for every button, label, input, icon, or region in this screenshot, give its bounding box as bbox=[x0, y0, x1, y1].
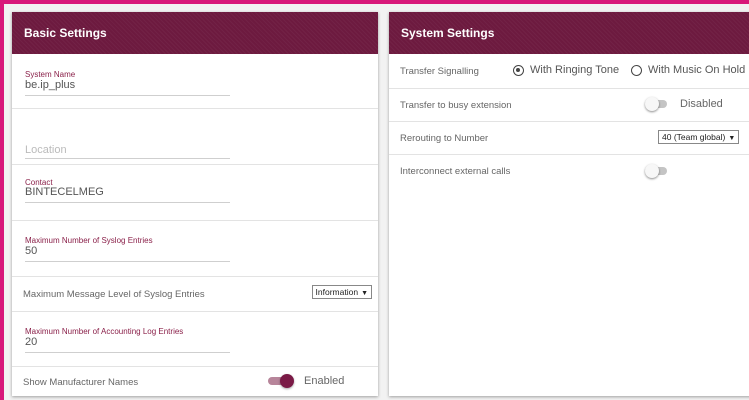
location-input[interactable]: Location bbox=[25, 144, 67, 156]
max-syslog-input[interactable]: 50 bbox=[25, 245, 37, 257]
radio-checked-icon bbox=[513, 64, 524, 76]
toggle-knob bbox=[280, 374, 294, 388]
max-syslog-row: Maximum Number of Syslog Entries 50 bbox=[12, 221, 378, 277]
transfer-busy-row: Transfer to busy extension Disabled bbox=[389, 89, 749, 122]
syslog-level-select[interactable]: Information ▼ bbox=[311, 285, 372, 299]
toggle-knob bbox=[645, 97, 659, 111]
radio-ringing-tone[interactable]: With Ringing Tone bbox=[513, 64, 619, 76]
dropdown-arrow-icon: ▼ bbox=[361, 290, 368, 297]
max-accounting-underline bbox=[25, 352, 230, 353]
transfer-signalling-row: Transfer Signalling With Ringing Tone Wi… bbox=[389, 54, 749, 89]
max-syslog-underline bbox=[25, 261, 230, 262]
transfer-busy-label: Transfer to busy extension bbox=[400, 100, 512, 111]
toggle-knob bbox=[645, 164, 659, 178]
system-settings-title: System Settings bbox=[389, 12, 749, 54]
max-accounting-row: Maximum Number of Accounting Log Entries… bbox=[12, 312, 378, 367]
contact-underline bbox=[25, 202, 230, 203]
dropdown-arrow-icon: ▼ bbox=[728, 135, 736, 142]
manufacturer-names-toggle[interactable] bbox=[268, 374, 294, 388]
max-accounting-input[interactable]: 20 bbox=[25, 336, 37, 348]
rerouting-row: Rerouting to Number 40 (Team global) ▼ bbox=[389, 122, 749, 155]
rerouting-value: 40 (Team global) bbox=[662, 132, 726, 142]
manufacturer-names-row: Show Manufacturer Names Enabled bbox=[12, 367, 378, 396]
system-name-input[interactable]: be.ip_plus bbox=[25, 79, 75, 91]
max-accounting-label: Maximum Number of Accounting Log Entries bbox=[25, 327, 184, 336]
system-settings-panel: System Settings Transfer Signalling With… bbox=[389, 12, 749, 396]
rerouting-select[interactable]: 40 (Team global) ▼ bbox=[658, 130, 740, 144]
system-name-row: System Name be.ip_plus bbox=[12, 54, 378, 109]
basic-settings-title: Basic Settings bbox=[12, 12, 378, 54]
location-row: Location bbox=[12, 109, 378, 165]
location-underline bbox=[25, 158, 230, 159]
syslog-level-row: Maximum Message Level of Syslog Entries … bbox=[12, 277, 378, 312]
interconnect-toggle[interactable] bbox=[645, 164, 669, 178]
basic-settings-panel: Basic Settings System Name be.ip_plus Lo… bbox=[12, 12, 378, 396]
radio-music-on-hold-label: With Music On Hold bbox=[648, 64, 746, 76]
transfer-busy-toggle[interactable] bbox=[645, 97, 669, 111]
transfer-signalling-label: Transfer Signalling bbox=[400, 66, 479, 77]
contact-input[interactable]: BINTECELMEG bbox=[25, 186, 104, 198]
system-name-label: System Name bbox=[25, 70, 76, 79]
rerouting-label: Rerouting to Number bbox=[400, 133, 489, 144]
syslog-level-label: Maximum Message Level of Syslog Entries bbox=[23, 289, 205, 300]
manufacturer-names-state: Enabled bbox=[304, 375, 345, 387]
radio-unchecked-icon bbox=[631, 64, 642, 76]
contact-row: Contact BINTECELMEG bbox=[12, 165, 378, 221]
transfer-busy-state: Disabled bbox=[680, 98, 723, 110]
radio-ringing-tone-label: With Ringing Tone bbox=[530, 64, 620, 76]
interconnect-label: Interconnect external calls bbox=[400, 166, 511, 177]
manufacturer-names-label: Show Manufacturer Names bbox=[23, 377, 139, 388]
system-name-underline bbox=[25, 95, 230, 96]
syslog-level-value: Information bbox=[315, 287, 359, 297]
interconnect-row: Interconnect external calls bbox=[389, 155, 749, 190]
max-syslog-label: Maximum Number of Syslog Entries bbox=[25, 236, 153, 245]
radio-music-on-hold[interactable]: With Music On Hold bbox=[631, 64, 745, 76]
